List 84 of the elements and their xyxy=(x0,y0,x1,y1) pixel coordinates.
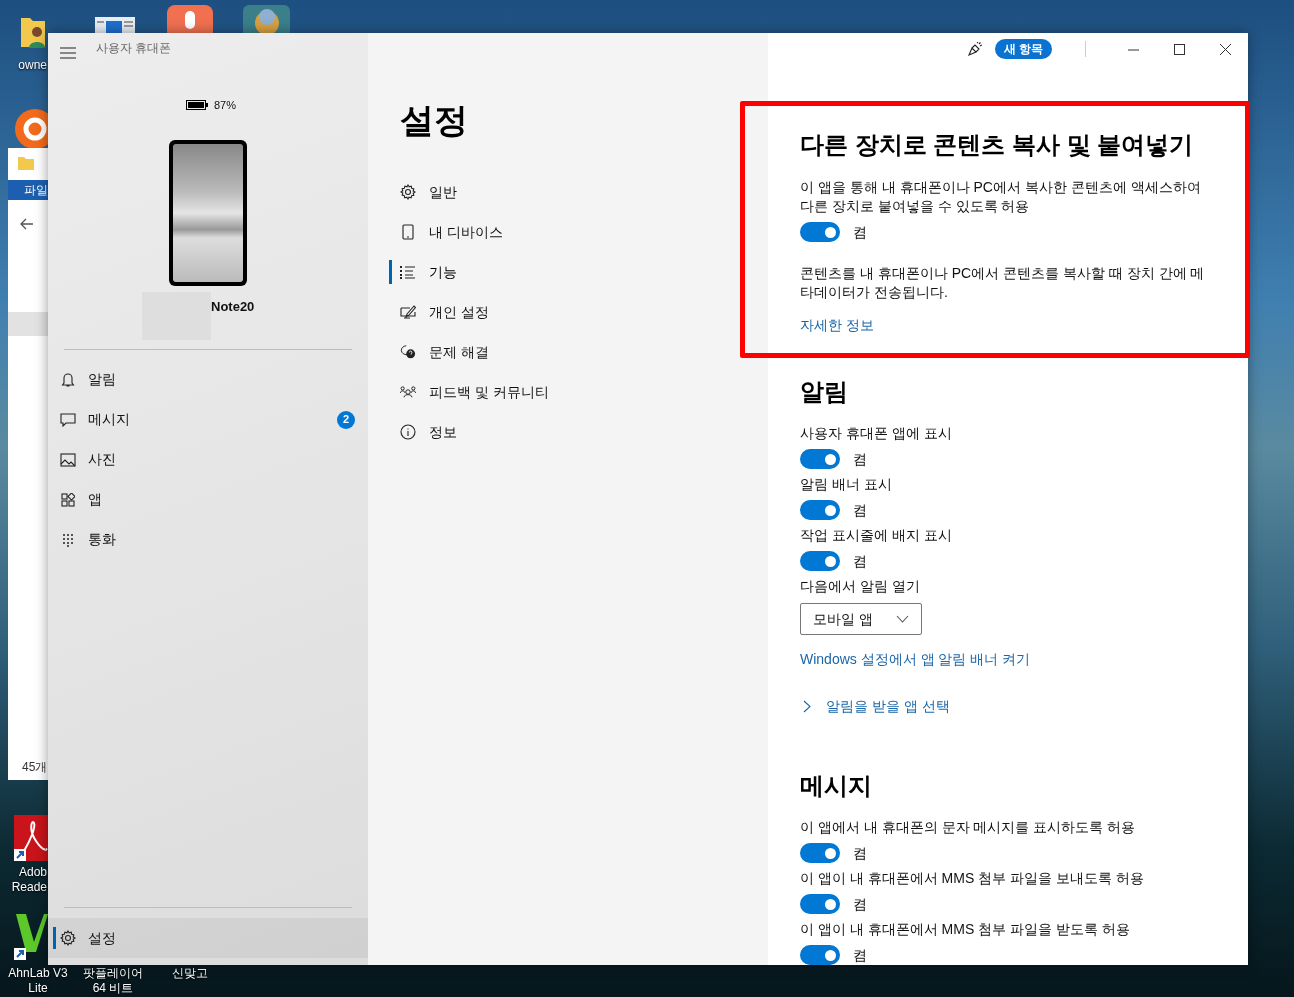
selection-indicator xyxy=(389,260,392,284)
app-title: 사용자 휴대폰 xyxy=(96,41,172,55)
selection-indicator xyxy=(53,927,56,949)
maximize-icon xyxy=(1173,43,1185,55)
people-icon xyxy=(400,385,416,399)
toggle-switch[interactable] xyxy=(800,551,840,571)
chevron-down-icon xyxy=(896,615,909,623)
folder-icon xyxy=(18,156,34,170)
toggle-state: 켬 xyxy=(853,500,867,520)
settings-nav-item[interactable]: 정보 xyxy=(400,412,700,452)
setting-label: 이 앱에서 내 휴대폰의 문자 메시지를 표시하도록 허용 xyxy=(800,818,1137,837)
settings-nav-item[interactable]: 피드백 및 커뮤니티 xyxy=(400,372,700,412)
close-icon xyxy=(1219,43,1231,55)
nav-item[interactable]: 메시지 2 xyxy=(48,399,368,440)
microphone-icon[interactable] xyxy=(167,5,213,33)
dialpad-icon xyxy=(60,532,76,547)
toggle-state: 켬 xyxy=(853,894,867,914)
section-heading: 다른 장치로 콘텐츠 복사 및 붙여넣기 xyxy=(800,130,1195,160)
link[interactable]: Windows 설정에서 앱 알림 배너 켜기 xyxy=(800,647,1031,672)
setting-label: 작업 표시줄에 배지 표시 xyxy=(800,526,953,545)
settings-nav-item[interactable]: 문제 해결 xyxy=(400,332,700,372)
toggle-state: 켬 xyxy=(853,222,867,242)
gear-icon xyxy=(400,184,416,200)
setting-label: 사용자 휴대폰 앱에 표시 xyxy=(800,424,953,443)
apps-icon xyxy=(60,492,76,507)
settings-nav-item[interactable]: 일반 xyxy=(400,172,700,212)
toggle-switch[interactable] xyxy=(800,449,840,469)
info-icon xyxy=(400,424,416,440)
picture-icon xyxy=(60,452,76,467)
toggle-state: 켬 xyxy=(853,843,867,863)
phone-icon xyxy=(400,224,416,240)
battery-icon xyxy=(186,100,208,111)
desktop-icon-label[interactable]: owne xyxy=(18,58,47,73)
game-icon[interactable] xyxy=(243,5,290,33)
device-name: Note20 xyxy=(211,297,255,316)
nav-item[interactable]: 사진 xyxy=(48,439,368,480)
toggle-state: 켬 xyxy=(853,945,867,965)
window-icon[interactable] xyxy=(95,17,135,33)
setting-label: 알림 배너 표시 xyxy=(800,475,893,494)
toggle-state: 켬 xyxy=(853,449,867,469)
desktop-icon-label[interactable]: 신맞고 xyxy=(160,966,220,981)
expander-link[interactable]: 알림을 받을 앱 선택 xyxy=(800,694,950,719)
settings-icon xyxy=(60,930,76,946)
toggle-switch[interactable] xyxy=(800,222,840,242)
battery-level: 87% xyxy=(214,98,236,113)
section-heading: 메시지 xyxy=(800,771,873,801)
desktop-icon-label[interactable]: Adob Reade xyxy=(11,865,47,895)
toggle-switch[interactable] xyxy=(800,843,840,863)
toggle-switch[interactable] xyxy=(800,894,840,914)
toggle-switch[interactable] xyxy=(800,500,840,520)
dropdown[interactable]: 모바일 앱 xyxy=(800,603,922,635)
settings-nav-item[interactable]: 내 디바이스 xyxy=(400,212,700,252)
nav-item[interactable]: 앱 xyxy=(48,479,368,520)
page-heading: 설정 xyxy=(400,100,469,141)
nav-item[interactable]: 설정 xyxy=(48,918,368,958)
document-app-icon[interactable] xyxy=(14,815,48,861)
settings-nav-item[interactable]: 개인 설정 xyxy=(400,292,700,332)
setting-label: 이 앱이 내 휴대폰에서 MMS 첨부 파일을 받도록 허용 xyxy=(800,920,1131,939)
selection-band xyxy=(8,312,48,336)
settings-nav-item[interactable]: 기능 xyxy=(400,252,700,292)
desktop-icon-label[interactable]: 팟플레이어 64 비트 xyxy=(73,966,153,996)
bell-icon xyxy=(60,371,76,388)
setting-label: 이 앱이 내 휴대폰에서 MMS 첨부 파일을 보내도록 허용 xyxy=(800,869,1145,888)
desktop-icon-label[interactable]: AhnLab V3 Lite xyxy=(0,966,76,996)
setting-label: 이 앱을 통해 내 휴대폰이나 PC에서 복사한 콘텐츠에 액세스하여 다른 장치로 붙여넣을 수 있도록 허용 xyxy=(800,178,1202,216)
nav-item[interactable]: 통화 xyxy=(48,519,368,560)
status-text: 45개 xyxy=(21,759,48,776)
brush-icon[interactable] xyxy=(967,41,982,57)
toggle-switch[interactable] xyxy=(800,945,840,965)
count-badge: 2 xyxy=(337,410,355,429)
menu-icon[interactable] xyxy=(60,47,76,59)
link[interactable]: 자세한 정보 xyxy=(800,313,874,338)
toggle-state: 켬 xyxy=(853,551,867,571)
note-text: 콘텐츠를 내 휴대폰이나 PC에서 콘텐츠를 복사할 때 장치 간에 메타데이터가 전송됩니다. xyxy=(800,264,1206,302)
chevron-right-icon xyxy=(803,700,811,713)
whats-new-button[interactable]: 새 항목 xyxy=(995,39,1052,59)
setting-label: 다음에서 알림 열기 xyxy=(800,577,921,596)
ribbon-tab[interactable]: 파일 xyxy=(8,180,48,200)
chat-question-icon xyxy=(400,344,416,360)
section-heading: 알림 xyxy=(800,377,849,407)
nav-item[interactable]: 알림 xyxy=(48,359,368,400)
pen-monitor-icon xyxy=(400,304,416,320)
list-icon xyxy=(400,265,416,279)
speech-bubble-icon xyxy=(60,412,76,427)
